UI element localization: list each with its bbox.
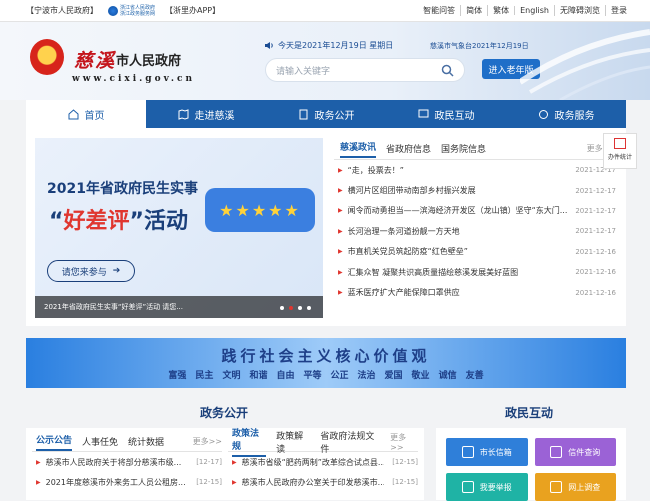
nav-interaction[interactable]: 政民互动 bbox=[386, 100, 506, 128]
list-item[interactable]: ▶ 蓝禾医疗扩大产能保障口罩供应 2021-12-16 bbox=[334, 282, 616, 302]
link-accessibility[interactable]: 无障碍浏览 bbox=[554, 5, 605, 16]
tab-province-regulations[interactable]: 省政府法规文件 bbox=[320, 429, 380, 455]
nav-gov-open[interactable]: 政务公开 bbox=[266, 100, 386, 128]
nav-gov-service[interactable]: 政务服务 bbox=[506, 100, 626, 128]
banner-carousel[interactable]: 2021年省政府民生实事 “好差评”活动 ★★★★★ 请您来参与 ➔ 2021年… bbox=[35, 138, 323, 318]
bridge-decoration-icon bbox=[520, 29, 650, 100]
carousel-dots[interactable] bbox=[280, 306, 311, 310]
mail-icon bbox=[461, 446, 474, 458]
zhejiang-gov-logo[interactable]: 浙江省人民政府 浙江政务服务网 bbox=[108, 5, 155, 17]
map-icon bbox=[178, 108, 188, 120]
list-item[interactable]: ▶ 市直机关党员筑起防疫“红色壁垒” 2021-12-16 bbox=[334, 242, 616, 262]
banner-title: 2021年省政府民生实事 bbox=[47, 181, 198, 197]
mayor-mailbox-button[interactable]: 市长信箱 bbox=[446, 438, 528, 466]
arrow-right-icon: ➔ bbox=[112, 266, 121, 276]
tab-state-council[interactable]: 国务院信息 bbox=[441, 142, 486, 155]
list-item[interactable]: ▶ 闻令而动勇担当——滨海经济开发区（龙山镇）坚守“东大门... 2021-12-1… bbox=[334, 201, 616, 221]
document-icon bbox=[299, 109, 307, 119]
link-smart-qa[interactable]: 智能问答 bbox=[418, 5, 460, 16]
link-simplified[interactable]: 简体 bbox=[460, 5, 487, 16]
link-zheliban-app[interactable]: 【浙里办APP】 bbox=[165, 5, 220, 16]
speaker-icon bbox=[265, 42, 273, 49]
survey-button[interactable]: 网上调查 bbox=[534, 473, 616, 501]
report-icon bbox=[461, 481, 474, 493]
link-english[interactable]: English bbox=[514, 6, 554, 15]
core-values-banner: 践行社会主义核心价值观 富强 民主 文明 和谐 自由 平等 公正 法治 爱国 敬业 诚信 友善 bbox=[26, 338, 626, 388]
list-item[interactable]: ▶ 长河治理一条河道扮靓一方天地 2021-12-17 bbox=[334, 221, 616, 241]
tab-notices[interactable]: 公示公告 bbox=[36, 433, 73, 451]
letter-query-button[interactable]: 信件查询 bbox=[534, 438, 616, 466]
date-display: 今天是2021年12月19日 星期日 bbox=[264, 40, 393, 51]
section-title-gov-open: 政务公开 bbox=[200, 406, 249, 420]
link-ningbo-gov[interactable]: 【宁波市人民政府】 bbox=[26, 5, 98, 16]
core-values-title: 践行社会主义核心价值观 bbox=[221, 347, 431, 365]
survey-icon bbox=[550, 481, 563, 493]
stats-icon bbox=[614, 138, 626, 149]
banner-subtitle: “好差评”活动 bbox=[49, 209, 188, 234]
link-traditional[interactable]: 繁体 bbox=[487, 5, 514, 16]
tab-appointments[interactable]: 人事任免 bbox=[82, 435, 118, 448]
today-text: 今天是2021年12月19日 星期日 bbox=[278, 41, 394, 50]
list-item[interactable]: ▶ 横河片区组团带动南部乡村振兴发展 2021-12-17 bbox=[334, 180, 616, 200]
site-logo-gov[interactable]: 市人民政府 bbox=[116, 50, 181, 69]
main-panel: 2021年省政府民生实事 “好差评”活动 ★★★★★ 请您来参与 ➔ 2021年… bbox=[26, 128, 626, 326]
tab-province-info[interactable]: 省政府信息 bbox=[386, 142, 431, 155]
zhejiang-logo-icon bbox=[108, 5, 118, 16]
gov-right-more-link[interactable]: 更多>> bbox=[390, 432, 418, 452]
report-button[interactable]: 我要举报 bbox=[446, 473, 528, 501]
link-login[interactable]: 登录 bbox=[605, 5, 632, 16]
list-item[interactable]: ▶ 慈溪市人民政府办公室关于印发慈溪市... [12-15] bbox=[228, 472, 418, 492]
site-header: 慈溪 市人民政府 www.cixi.gov.cn 今天是2021年12月19日 … bbox=[0, 22, 650, 100]
news-panel: 慈溪政讯 省政府信息 国务院信息 更多>> ▶ “走，投票去！” 2021-12-1… bbox=[334, 138, 616, 303]
tab-policies[interactable]: 政策法规 bbox=[232, 426, 267, 457]
list-item[interactable]: ▶ “走，投票去！” 2021-12-17 bbox=[334, 160, 616, 180]
site-logo-city[interactable]: 慈溪 bbox=[74, 46, 116, 73]
tab-statistics[interactable]: 统计数据 bbox=[128, 435, 164, 448]
search-placeholder: 请输入关键字 bbox=[276, 66, 331, 77]
query-icon bbox=[550, 446, 563, 458]
search-input[interactable]: 请输入关键字 bbox=[265, 58, 465, 82]
nav-about-cixi[interactable]: 走进慈溪 bbox=[146, 100, 266, 128]
core-values-words: 富强 民主 文明 和谐 自由 平等 公正 法治 爱国 敬业 诚信 友善 bbox=[168, 371, 484, 381]
interaction-panel: 市长信箱 信件查询 我要举报 网上调查 bbox=[436, 428, 626, 501]
tab-policy-interpret[interactable]: 政策解读 bbox=[276, 429, 310, 455]
stats-float-button[interactable]: 办件统计 bbox=[603, 133, 637, 169]
list-item[interactable]: ▶ 慈溪市人民政府关于将部分慈溪市级... [12-17] bbox=[32, 452, 222, 472]
gov-open-left: 公示公告 人事任免 统计数据 更多>> ▶ 慈溪市人民政府关于将部分慈溪市级...… bbox=[32, 432, 222, 496]
gov-open-right: 政策法规 政策解读 省政府法规文件 更多>> ▶ 慈溪市省级“肥药两制”改革综合试… bbox=[228, 429, 418, 496]
section-title-interaction: 政民互动 bbox=[505, 406, 554, 420]
nav-home[interactable]: 首页 bbox=[26, 100, 146, 128]
list-item[interactable]: ▶ 2021年度慈溪市外来务工人员公租房... [12-15] bbox=[32, 472, 222, 492]
top-bar: 【宁波市人民政府】 浙江省人民政府 浙江政务服务网 【浙里办APP】 智能问答 简… bbox=[0, 0, 650, 22]
main-nav: 首页 走进慈溪 政务公开 政民互动 政务服务 bbox=[26, 100, 626, 128]
tab-cixi-news[interactable]: 慈溪政讯 bbox=[340, 140, 377, 158]
service-icon bbox=[538, 109, 548, 119]
search-icon[interactable] bbox=[441, 64, 454, 77]
chat-icon bbox=[418, 109, 428, 117]
gov-left-more-link[interactable]: 更多>> bbox=[193, 436, 222, 447]
join-button[interactable]: 请您来参与 ➔ bbox=[47, 260, 135, 282]
site-domain: www.cixi.gov.cn bbox=[72, 74, 196, 84]
home-icon bbox=[68, 108, 78, 119]
weather-text: 慈溪市气象台2021年12月19日 bbox=[430, 42, 529, 50]
list-item[interactable]: ▶ 汇集众智 凝聚共识高质量描绘慈溪发展美好蓝图 2021-12-16 bbox=[334, 262, 616, 282]
stars-bubble: ★★★★★ bbox=[205, 188, 315, 232]
national-emblem-icon bbox=[30, 39, 64, 75]
gov-open-panel: 公示公告 人事任免 统计数据 更多>> ▶ 慈溪市人民政府关于将部分慈溪市级...… bbox=[26, 428, 424, 500]
